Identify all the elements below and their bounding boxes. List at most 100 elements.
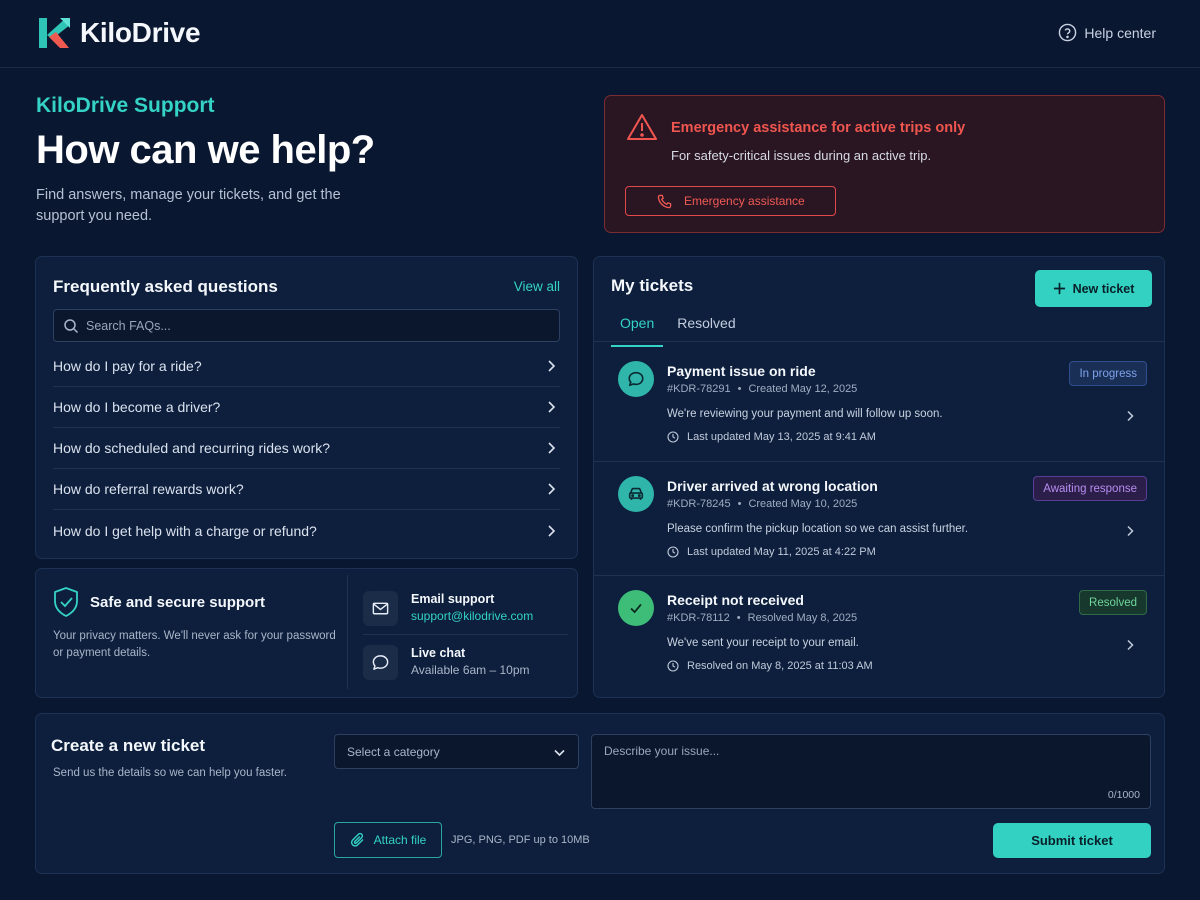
- new-ticket-label: New ticket: [1072, 281, 1135, 296]
- submit-ticket-button[interactable]: Submit ticket: [993, 823, 1151, 858]
- page-title: How can we help?: [36, 128, 375, 172]
- faq-question: How do scheduled and recurring rides wor…: [53, 440, 331, 456]
- email-support-address[interactable]: support@kilodrive.com: [411, 609, 533, 623]
- hero-eyebrow: KiloDrive Support: [36, 94, 215, 117]
- issue-description-input[interactable]: [592, 735, 1150, 808]
- faq-search-box: [53, 309, 560, 342]
- ticket-item[interactable]: Payment issue on ride #KDR-78291 • Created…: [594, 347, 1164, 461]
- ticket-date: Resolved May 8, 2025: [747, 612, 858, 624]
- brand-logo[interactable]: KiloDrive: [36, 15, 201, 51]
- faq-question: How do I pay for a ride?: [53, 358, 202, 374]
- file-type-hint: JPG, PNG, PDF up to 10MB: [451, 834, 590, 846]
- secure-support-text: Your privacy matters. We'll never ask fo…: [53, 630, 336, 659]
- issue-description-box: 0/1000: [591, 734, 1151, 809]
- shield-check-icon: [54, 587, 78, 617]
- ticket-updated-text: Resolved on May 8, 2025 at 11:03 AM: [687, 660, 873, 672]
- live-chat-label: Live chat: [411, 646, 466, 660]
- ticket-item[interactable]: Driver arrived at wrong location #KDR-78…: [594, 461, 1164, 575]
- status-badge: Awaiting response: [1033, 476, 1147, 501]
- faq-list: How do I pay for a ride? How do I become…: [53, 346, 560, 551]
- status-badge: In progress: [1069, 361, 1147, 386]
- live-chat-hours: Available 6am – 10pm: [411, 663, 530, 677]
- ticket-date: Created May 10, 2025: [748, 498, 858, 510]
- ticket-id: #KDR-78291: [667, 383, 731, 395]
- tab-resolved[interactable]: Resolved: [668, 315, 744, 347]
- clock-icon: [667, 546, 679, 558]
- ticket-title: Payment issue on ride: [667, 363, 816, 379]
- faq-item[interactable]: How do I become a driver?: [53, 387, 560, 428]
- character-counter: 0/1000: [1107, 789, 1140, 801]
- ticket-date: Created May 12, 2025: [748, 383, 858, 395]
- faq-item[interactable]: How do I get help with a charge or refun…: [53, 510, 560, 551]
- chevron-right-icon: [548, 401, 556, 413]
- ticket-item[interactable]: Receipt not received #KDR-78112 • Resolved…: [594, 575, 1164, 689]
- chevron-right-icon: [1127, 525, 1134, 537]
- warning-triangle-icon: [627, 114, 657, 140]
- ticket-id: #KDR-78112: [667, 612, 730, 624]
- help-circle-icon: [1059, 23, 1077, 42]
- chevron-right-icon: [548, 442, 556, 454]
- emergency-assistance-button[interactable]: Emergency assistance: [625, 186, 836, 216]
- phone-icon: [657, 194, 672, 209]
- faq-search-input[interactable]: [86, 310, 556, 341]
- ticket-updated: Resolved on May 8, 2025 at 11:03 AM: [667, 660, 873, 672]
- chevron-right-icon: [1127, 410, 1134, 422]
- divider: [347, 575, 348, 689]
- emergency-title: Emergency assistance for active trips on…: [671, 120, 966, 136]
- search-icon: [64, 319, 79, 334]
- mail-icon: [372, 602, 389, 615]
- email-icon-box: [363, 591, 398, 626]
- create-ticket-title: Create a new ticket: [51, 736, 206, 755]
- tab-open[interactable]: Open: [611, 315, 664, 347]
- faq-title: Frequently asked questions: [53, 277, 278, 296]
- ticket-meta: #KDR-78245 • Created May 10, 2025: [667, 498, 858, 510]
- ticket-meta: #KDR-78291 • Created May 12, 2025: [667, 383, 858, 395]
- category-select[interactable]: Select a category: [334, 734, 579, 769]
- hero-subtitle: Find answers, manage your tickets, and g…: [36, 187, 341, 224]
- my-tickets-card: My tickets New ticket Open Resolved Paym…: [593, 256, 1165, 698]
- chevron-right-icon: [548, 524, 556, 537]
- new-ticket-button[interactable]: New ticket: [1035, 270, 1152, 307]
- faq-item[interactable]: How do referral rewards work?: [53, 469, 560, 510]
- attach-file-button[interactable]: Attach file: [334, 822, 442, 858]
- chat-icon-box: [363, 645, 398, 680]
- ticket-title: Receipt not received: [667, 592, 804, 608]
- status-badge: Resolved: [1079, 590, 1147, 615]
- ticket-description: We're reviewing your payment and will fo…: [667, 408, 943, 420]
- faq-item[interactable]: How do I pay for a ride?: [53, 346, 560, 387]
- ticket-updated-text: Last updated May 13, 2025 at 9:41 AM: [687, 431, 876, 443]
- chevron-down-icon: [554, 749, 565, 757]
- top-header: KiloDrive Help center: [0, 0, 1200, 68]
- chevron-right-icon: [548, 360, 556, 372]
- create-ticket-card: Create a new ticket Send us the details …: [35, 713, 1165, 874]
- ticket-icon-circle: [618, 476, 654, 512]
- live-chat-item[interactable]: Live chat Available 6am – 10pm: [363, 637, 568, 689]
- chat-bubble-icon: [628, 371, 644, 387]
- category-select-value: Select a category: [347, 744, 440, 759]
- chat-bubble-icon: [372, 655, 389, 670]
- brand-name: KiloDrive: [80, 17, 201, 48]
- attach-file-label: Attach file: [373, 833, 427, 847]
- faq-question: How do I get help with a charge or refun…: [53, 522, 317, 539]
- email-support-item[interactable]: Email support support@kilodrive.com: [363, 583, 568, 635]
- tabs-divider: [594, 341, 1164, 342]
- secure-support-card: Safe and secure support Your privacy mat…: [35, 568, 578, 698]
- help-center-link[interactable]: Help center: [1058, 23, 1156, 42]
- plus-icon: [1053, 282, 1065, 295]
- view-all-faqs-link[interactable]: View all: [514, 279, 560, 294]
- ticket-updated: Last updated May 13, 2025 at 9:41 AM: [667, 431, 876, 443]
- faq-item[interactable]: How do scheduled and recurring rides wor…: [53, 428, 560, 469]
- secure-support-title: Safe and secure support: [90, 594, 266, 611]
- chevron-right-icon: [1127, 639, 1134, 651]
- ticket-id: #KDR-78245: [667, 498, 731, 510]
- ticket-updated-text: Last updated May 11, 2025 at 4:22 PM: [687, 546, 876, 558]
- faq-card: Frequently asked questions View all How …: [35, 256, 578, 559]
- kilodrive-logo-icon: [39, 18, 70, 48]
- email-support-label: Email support: [411, 592, 495, 606]
- car-icon: [628, 487, 644, 500]
- ticket-icon-circle: [618, 590, 654, 626]
- clock-icon: [667, 431, 679, 443]
- chevron-right-icon: [548, 483, 556, 495]
- ticket-tabs: Open Resolved: [611, 315, 745, 347]
- ticket-title: Driver arrived at wrong location: [667, 478, 878, 494]
